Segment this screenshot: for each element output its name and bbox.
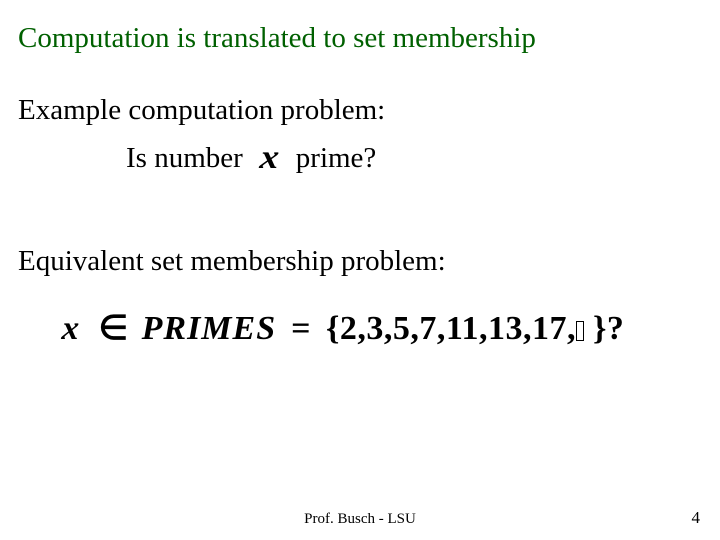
page-number: 4 bbox=[692, 508, 701, 528]
question-suffix: prime? bbox=[296, 142, 377, 175]
example-question: Is number x prime? bbox=[126, 139, 702, 177]
variable-x: x bbox=[254, 139, 285, 177]
set-members: 2,3,5,7,11,13,17, bbox=[340, 310, 576, 347]
slide-title: Computation is translated to set members… bbox=[18, 20, 702, 56]
footer-text: Prof. Busch - LSU bbox=[0, 511, 720, 528]
equivalent-label: Equivalent set membership problem: bbox=[18, 245, 702, 278]
element-of-symbol: ∈ bbox=[95, 310, 133, 347]
placeholder-box bbox=[576, 321, 584, 341]
set-open: { bbox=[326, 310, 340, 347]
equals-sign: = bbox=[285, 310, 317, 347]
membership-formula: x ∈ PRIMES = {2,3,5,7,11,13,17, }? bbox=[62, 308, 702, 348]
formula-var: x bbox=[61, 310, 87, 348]
set-name: PRIMES bbox=[142, 310, 277, 347]
slide: Computation is translated to set members… bbox=[0, 0, 720, 540]
example-label: Example computation problem: bbox=[18, 94, 702, 127]
question-prefix: Is number bbox=[126, 142, 243, 175]
set-close: }? bbox=[593, 310, 624, 347]
